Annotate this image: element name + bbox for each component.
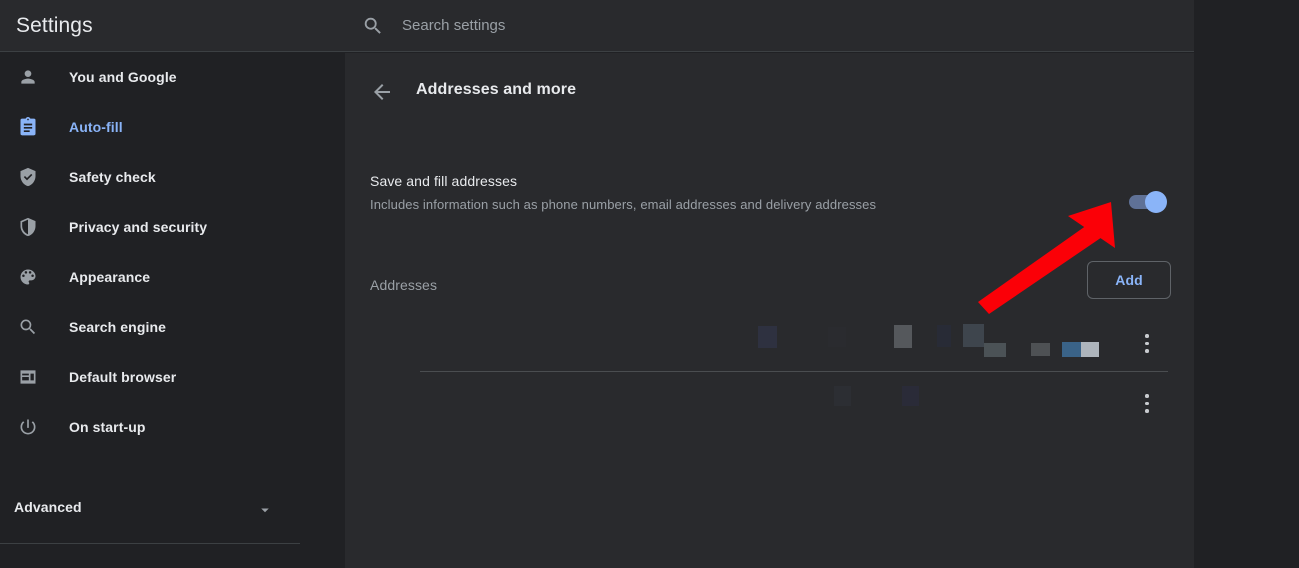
sidebar-divider [0, 543, 300, 544]
clipboard-icon [18, 117, 38, 137]
save-and-fill-title: Save and fill addresses [370, 173, 518, 189]
save-and-fill-subtitle: Includes information such as phone numbe… [370, 197, 877, 212]
sidebar: Settings You and Google Auto-fill Safety [0, 0, 345, 568]
redacted-block [937, 325, 951, 347]
more-vertical-icon[interactable] [1142, 394, 1152, 413]
palette-icon [18, 267, 38, 287]
more-vertical-icon[interactable] [1142, 334, 1152, 353]
page-title: Settings [16, 14, 93, 37]
power-icon [18, 417, 38, 437]
sidebar-nav: You and Google Auto-fill Safety check Pr… [0, 52, 345, 452]
sidebar-item-auto-fill[interactable]: Auto-fill [0, 102, 345, 152]
search-bar [345, 0, 1194, 52]
search-icon[interactable] [362, 15, 384, 37]
redacted-block [1062, 342, 1081, 357]
browser-window-icon [18, 367, 38, 387]
sidebar-item-label: Privacy and security [69, 219, 208, 235]
sidebar-item-you-and-google[interactable]: You and Google [0, 52, 345, 102]
sidebar-item-safety-check[interactable]: Safety check [0, 152, 345, 202]
redacted-block [894, 325, 912, 348]
redacted-block [1081, 342, 1099, 357]
table-row[interactable] [345, 373, 1194, 433]
person-icon [18, 67, 38, 87]
sidebar-item-label: Safety check [69, 169, 156, 185]
sidebar-header: Settings [0, 0, 345, 52]
sidebar-item-label: Search engine [69, 319, 167, 335]
search-input[interactable] [402, 17, 1102, 34]
redacted-block [834, 386, 851, 406]
redacted-block [758, 326, 777, 348]
shield-half-icon [18, 217, 38, 237]
arrow-left-icon[interactable] [370, 80, 394, 104]
sidebar-item-advanced[interactable]: Advanced [0, 482, 345, 532]
add-address-button[interactable]: Add [1087, 261, 1171, 299]
row-divider [420, 371, 1168, 372]
search-icon [18, 317, 38, 337]
save-and-fill-addresses-row: Save and fill addresses Includes informa… [345, 165, 1194, 241]
sidebar-item-label: Appearance [69, 269, 151, 285]
sidebar-item-label: You and Google [69, 69, 177, 85]
sidebar-item-label: On start-up [69, 419, 146, 435]
redacted-block [902, 386, 919, 406]
redacted-block [828, 327, 846, 347]
sidebar-item-default-browser[interactable]: Default browser [0, 352, 345, 402]
redacted-block [963, 324, 984, 347]
sidebar-item-privacy-and-security[interactable]: Privacy and security [0, 202, 345, 252]
redacted-block [984, 343, 1006, 357]
main-content-card: Addresses and more Save and fill address… [345, 53, 1194, 568]
top-bar-right-spacer [1194, 0, 1299, 52]
chevron-down-icon [256, 501, 274, 519]
sidebar-item-label: Advanced [14, 499, 82, 515]
redacted-block [1031, 343, 1050, 356]
toggle-knob [1145, 191, 1167, 213]
addresses-section-label: Addresses [370, 277, 438, 293]
content-header: Addresses and more [345, 53, 1194, 131]
sidebar-item-on-start-up[interactable]: On start-up [0, 402, 345, 452]
settings-window: Settings You and Google Auto-fill Safety [0, 0, 1299, 568]
table-row[interactable] [345, 313, 1194, 373]
shield-check-icon [18, 167, 38, 187]
save-and-fill-toggle[interactable] [1129, 191, 1167, 213]
sidebar-item-appearance[interactable]: Appearance [0, 252, 345, 302]
sidebar-item-search-engine[interactable]: Search engine [0, 302, 345, 352]
sidebar-item-label: Auto-fill [69, 119, 123, 135]
content-title: Addresses and more [416, 81, 577, 98]
sidebar-item-label: Default browser [69, 369, 177, 385]
